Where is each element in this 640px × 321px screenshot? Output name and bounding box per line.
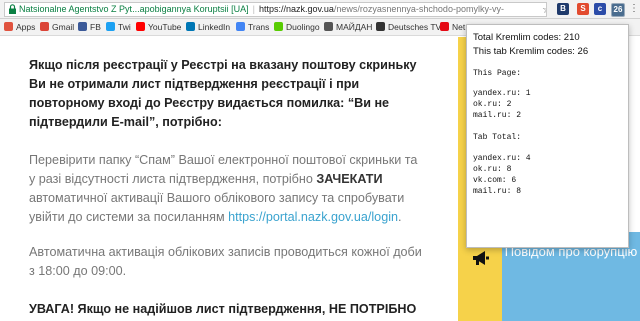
bookmark-twi[interactable]: Twi: [106, 19, 131, 35]
tv-icon: [376, 22, 385, 31]
bookmark-linkedin[interactable]: LinkedIn: [186, 19, 230, 35]
this-page-line: ok.ru: 2: [473, 100, 512, 109]
tab-total-line: ok.ru: 8: [473, 165, 512, 174]
site-identity: Natsionalne Agentstvo Z Pyt...apobiganny…: [19, 4, 249, 14]
youtube-icon: [136, 22, 145, 31]
tab-total-title: Tab Total:: [473, 133, 522, 142]
bookmark-maidan[interactable]: МАЙДАН: [324, 19, 372, 35]
apps-grid-icon: [4, 22, 13, 31]
translate-icon: [236, 22, 245, 31]
bookmark-gmail[interactable]: Gmail: [40, 19, 74, 35]
bookmark-fb[interactable]: FB: [78, 19, 101, 35]
lock-icon: [9, 4, 16, 14]
article-paragraph-spam: Перевірити папку “Спам” Вашої електронно…: [29, 153, 418, 224]
article-heading: Якщо після реєстрації у Реєстрі на вказа…: [29, 58, 417, 129]
browser-menu-icon[interactable]: ⋮: [629, 2, 639, 16]
wait-emphasis: ЗАЧЕКАТИ: [316, 172, 383, 186]
article-warning: УВАГА! Якщо не надійшов лист підтверджен…: [29, 302, 417, 316]
bookmark-star-icon[interactable]: ☆: [542, 4, 546, 16]
extension-b-icon[interactable]: B: [557, 3, 569, 15]
bookmark-duolingo[interactable]: Duolingo: [274, 19, 320, 35]
tab-codes-label: This tab Kremlim codes: 26: [473, 46, 589, 57]
kremlin-extension-badge[interactable]: 26: [611, 3, 625, 17]
megaphone-icon: [473, 251, 489, 265]
duolingo-icon: [274, 22, 283, 31]
bookmark-net[interactable]: Net: [440, 19, 465, 35]
address-bar: Natsionalne Agentstvo Z Pyt...apobiganny…: [0, 0, 640, 19]
extension-c-icon[interactable]: c: [594, 3, 606, 15]
gmail-icon: [40, 22, 49, 31]
kremlin-codes-popup: Total Kremlim codes: 210 This tab Kremli…: [466, 24, 629, 248]
omnibox[interactable]: Natsionalne Agentstvo Z Pyt...apobiganny…: [4, 2, 547, 17]
total-codes-label: Total Kremlim codes: 210: [473, 32, 580, 43]
this-page-line: yandex.ru: 1: [473, 89, 531, 98]
url-host: https://nazk.gov.ua: [258, 4, 334, 14]
bookmark-apps[interactable]: Apps: [4, 19, 35, 35]
article-body: Якщо після реєстрації у Реєстрі на вказа…: [0, 37, 458, 321]
url-path: /news/rozyasnennya-shchodo-pomylky-vy-: [333, 4, 504, 14]
maidan-icon: [324, 22, 333, 31]
twitter-icon: [106, 22, 115, 31]
facebook-icon: [78, 22, 87, 31]
netflix-icon: [440, 22, 449, 31]
portal-login-link[interactable]: https://portal.nazk.gov.ua/login: [228, 210, 398, 224]
this-page-line: mail.ru: 2: [473, 111, 522, 120]
bookmark-trans[interactable]: Trans: [236, 19, 269, 35]
separator: |: [252, 4, 255, 14]
tab-total-line: yandex.ru: 4: [473, 154, 531, 163]
extension-s-icon[interactable]: S: [577, 3, 589, 15]
bookmark-youtube[interactable]: YouTube: [136, 19, 181, 35]
tab-total-line: vk.com: 6: [473, 176, 517, 185]
linkedin-icon: [186, 22, 195, 31]
this-page-title: This Page:: [473, 69, 522, 78]
article-paragraph-activation: Автоматична активація облікових записів …: [29, 245, 422, 278]
tab-total-line: mail.ru: 8: [473, 187, 522, 196]
bookmark-deutsches-tv[interactable]: Deutsches TV: [376, 19, 441, 35]
